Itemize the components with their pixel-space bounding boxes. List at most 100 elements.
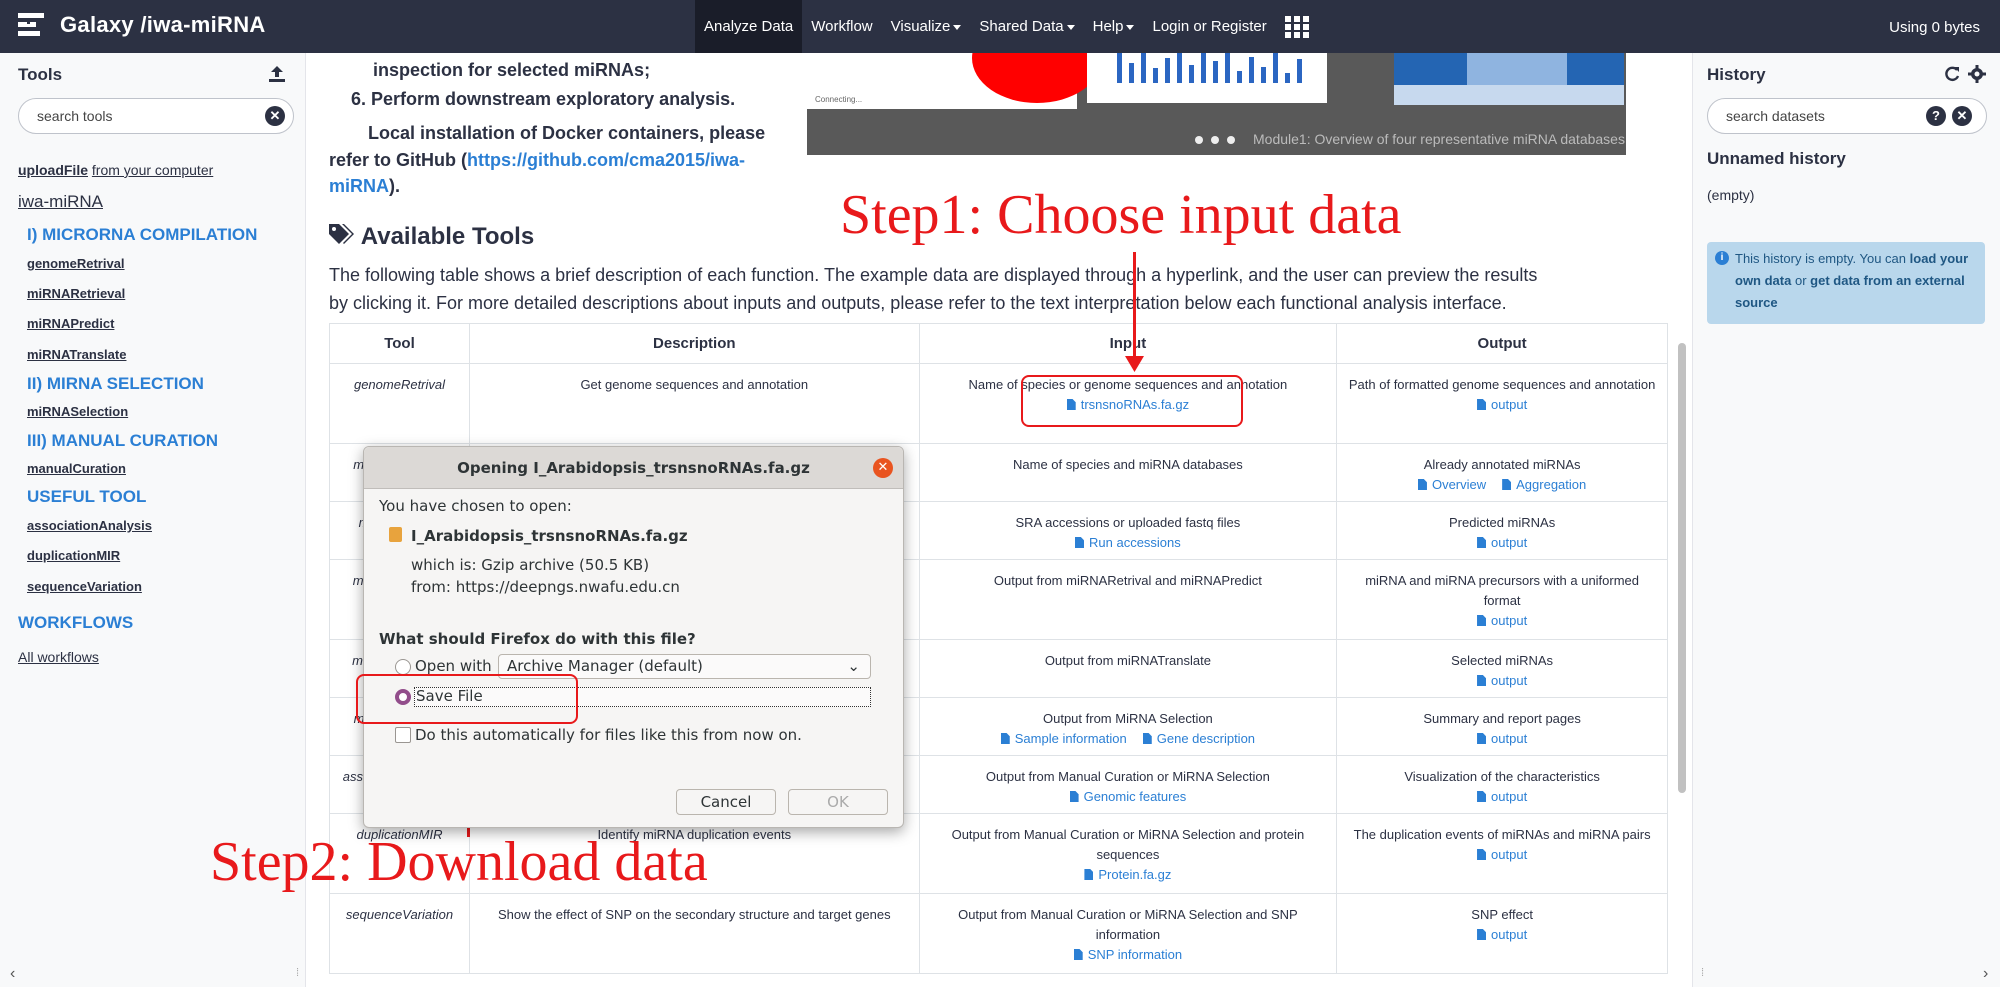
file-link[interactable]: output bbox=[1477, 535, 1527, 550]
section-manual-curation[interactable]: III) MANUAL CURATION bbox=[27, 431, 218, 451]
galaxy-logo-icon bbox=[18, 13, 44, 36]
all-workflows-link[interactable]: All workflows bbox=[18, 649, 99, 665]
help-icon[interactable]: ? bbox=[1926, 106, 1946, 126]
tool-mirnapredict[interactable]: miRNAPredict bbox=[27, 316, 114, 331]
nav-shared-data[interactable]: Shared Data bbox=[970, 0, 1083, 53]
description-line-2: by clicking it. For more detailed descri… bbox=[329, 293, 1507, 313]
brand[interactable]: Galaxy /iwa-miRNA bbox=[18, 12, 266, 38]
nav-help[interactable]: Help bbox=[1084, 0, 1144, 53]
file-link[interactable]: Genomic features bbox=[1069, 789, 1186, 804]
nav-apps[interactable] bbox=[1276, 0, 1318, 53]
link-group: output bbox=[1347, 845, 1657, 865]
file-link[interactable]: output bbox=[1477, 673, 1527, 688]
link-group: output bbox=[1347, 533, 1657, 553]
nav-analyze-data[interactable]: Analyze Data bbox=[695, 0, 803, 53]
gear-icon[interactable] bbox=[1968, 65, 1986, 83]
drag-handle-icon[interactable]: ⁞ bbox=[296, 967, 299, 979]
file-link-label: Overview bbox=[1431, 477, 1487, 492]
file-link[interactable]: Gene description bbox=[1142, 731, 1256, 746]
tool-associationanalysis[interactable]: associationAnalysis bbox=[27, 518, 152, 533]
save-file-highlight-box bbox=[356, 674, 578, 724]
tool-section-iwa-mirna[interactable]: iwa-miRNA bbox=[18, 192, 103, 212]
file-link-label: output bbox=[1491, 927, 1528, 942]
tool-duplicationmir[interactable]: duplicationMIR bbox=[27, 548, 120, 563]
cell-output: Selected miRNAs output bbox=[1336, 639, 1668, 698]
section-mirna-selection[interactable]: II) MIRNA SELECTION bbox=[27, 374, 204, 394]
file-link[interactable]: Overview bbox=[1417, 477, 1487, 492]
file-link[interactable]: Run accessions bbox=[1075, 535, 1181, 550]
file-link[interactable]: output bbox=[1477, 397, 1527, 412]
cell-description-text: Show the effect of SNP on the secondary … bbox=[497, 907, 891, 922]
cell-input-text: SRA accessions or uploaded fastq files bbox=[1015, 515, 1241, 530]
link-group: Run accessions bbox=[930, 533, 1327, 553]
drag-handle-icon[interactable]: ⁞ bbox=[1701, 967, 1704, 979]
cell-output: Predicted miRNAs output bbox=[1336, 501, 1668, 560]
carousel-dot-3[interactable] bbox=[1227, 136, 1235, 144]
file-link[interactable]: output bbox=[1477, 731, 1527, 746]
file-link[interactable]: output bbox=[1477, 613, 1527, 628]
clear-search-icon[interactable]: ✕ bbox=[265, 106, 285, 126]
upload-file-link[interactable]: uploadFile from your computer bbox=[18, 162, 213, 178]
upload-icon[interactable] bbox=[268, 65, 286, 83]
open-with-value: Archive Manager (default) bbox=[507, 657, 703, 675]
history-panel: History search datasets ? ✕ Unnamed hist… bbox=[1692, 53, 2000, 987]
chevron-down-icon bbox=[953, 24, 962, 30]
file-link[interactable]: SNP information bbox=[1073, 947, 1183, 962]
tool-manualcuration[interactable]: manualCuration bbox=[27, 461, 126, 476]
section-microrna-compilation[interactable]: I) MICRORNA COMPILATION bbox=[27, 225, 257, 245]
close-icon[interactable]: ✕ bbox=[873, 458, 893, 478]
table-row: genomeRetrival Get genome sequences and a… bbox=[329, 363, 1668, 444]
tool-mirnaretrieval[interactable]: miRNARetrieval bbox=[27, 286, 125, 301]
description-line-1: The following table shows a brief descri… bbox=[329, 265, 1538, 285]
nav-visualize[interactable]: Visualize bbox=[882, 0, 971, 53]
center-scrollbar[interactable] bbox=[1678, 343, 1686, 793]
open-with-radio[interactable] bbox=[395, 659, 411, 675]
file-link[interactable]: Protein.fa.gz bbox=[1084, 867, 1171, 882]
cell-description: Show the effect of SNP on the secondary … bbox=[468, 893, 920, 974]
file-link[interactable]: Aggregation bbox=[1502, 477, 1586, 492]
github-link-end[interactable]: miRNA bbox=[329, 176, 389, 196]
file-link[interactable]: output bbox=[1477, 927, 1527, 942]
tool-genomeretrival[interactable]: genomeRetrival bbox=[27, 256, 125, 271]
file-link[interactable]: Sample information bbox=[1000, 731, 1127, 746]
cell-tool: sequenceVariation bbox=[329, 893, 470, 974]
tool-search-input[interactable]: search tools bbox=[18, 98, 294, 134]
section-workflows[interactable]: WORKFLOWS bbox=[18, 613, 133, 633]
docker-end: ). bbox=[389, 176, 401, 196]
file-link[interactable]: output bbox=[1477, 847, 1527, 862]
section-useful-tool[interactable]: USEFUL TOOL bbox=[27, 487, 146, 507]
history-name[interactable]: Unnamed history bbox=[1707, 149, 1846, 169]
tool-mirnatranslate[interactable]: miRNATranslate bbox=[27, 347, 126, 362]
file-icon bbox=[1477, 791, 1487, 802]
ok-button[interactable]: OK bbox=[788, 789, 888, 815]
grid-icon bbox=[1284, 16, 1309, 39]
carousel-dot-2[interactable] bbox=[1211, 136, 1219, 144]
cell-tool-text: genomeRetrival bbox=[353, 377, 446, 392]
file-link[interactable]: output bbox=[1477, 789, 1527, 804]
usage-text[interactable]: Using 0 bytes bbox=[1889, 0, 1980, 56]
file-link-label: output bbox=[1491, 789, 1528, 804]
nav-login[interactable]: Login or Register bbox=[1143, 0, 1275, 53]
cancel-button[interactable]: Cancel bbox=[676, 789, 776, 815]
collapse-right-icon[interactable]: › bbox=[1983, 965, 1988, 983]
file-link-label: SNP information bbox=[1087, 947, 1183, 962]
main-nav: Analyze Data Workflow Visualize Shared D… bbox=[695, 0, 1318, 53]
collapse-left-icon[interactable]: ‹ bbox=[10, 965, 15, 983]
carousel-dot-1[interactable] bbox=[1195, 136, 1203, 144]
tool-sequencevariation[interactable]: sequenceVariation bbox=[27, 579, 142, 594]
nav-workflow[interactable]: Workflow bbox=[802, 0, 881, 53]
github-link[interactable]: https://github.com/cma2015/iwa- bbox=[467, 150, 745, 170]
nav-help-label: Help bbox=[1092, 18, 1124, 35]
auto-checkbox[interactable] bbox=[395, 727, 411, 743]
refresh-icon[interactable] bbox=[1943, 65, 1961, 83]
file-link-label: Gene description bbox=[1156, 731, 1256, 746]
cell-input-text: Output from MiRNA Selection bbox=[1043, 711, 1213, 726]
cell-output: miRNA and miRNA precursors with a unifor… bbox=[1336, 559, 1668, 640]
cell-input: Output from miRNARetrival and miRNAPredi… bbox=[918, 559, 1338, 640]
cell-output: Visualization of the characteristics outp… bbox=[1336, 755, 1668, 814]
tool-mirnaselection[interactable]: miRNASelection bbox=[27, 404, 128, 419]
clear-history-search-icon[interactable]: ✕ bbox=[1952, 106, 1972, 126]
module-carousel[interactable]: Connecting... Module1: Overview of four … bbox=[807, 53, 1626, 155]
cell-output-text: miRNA and miRNA precursors with a unifor… bbox=[1365, 573, 1640, 608]
file-icon bbox=[1477, 675, 1487, 686]
